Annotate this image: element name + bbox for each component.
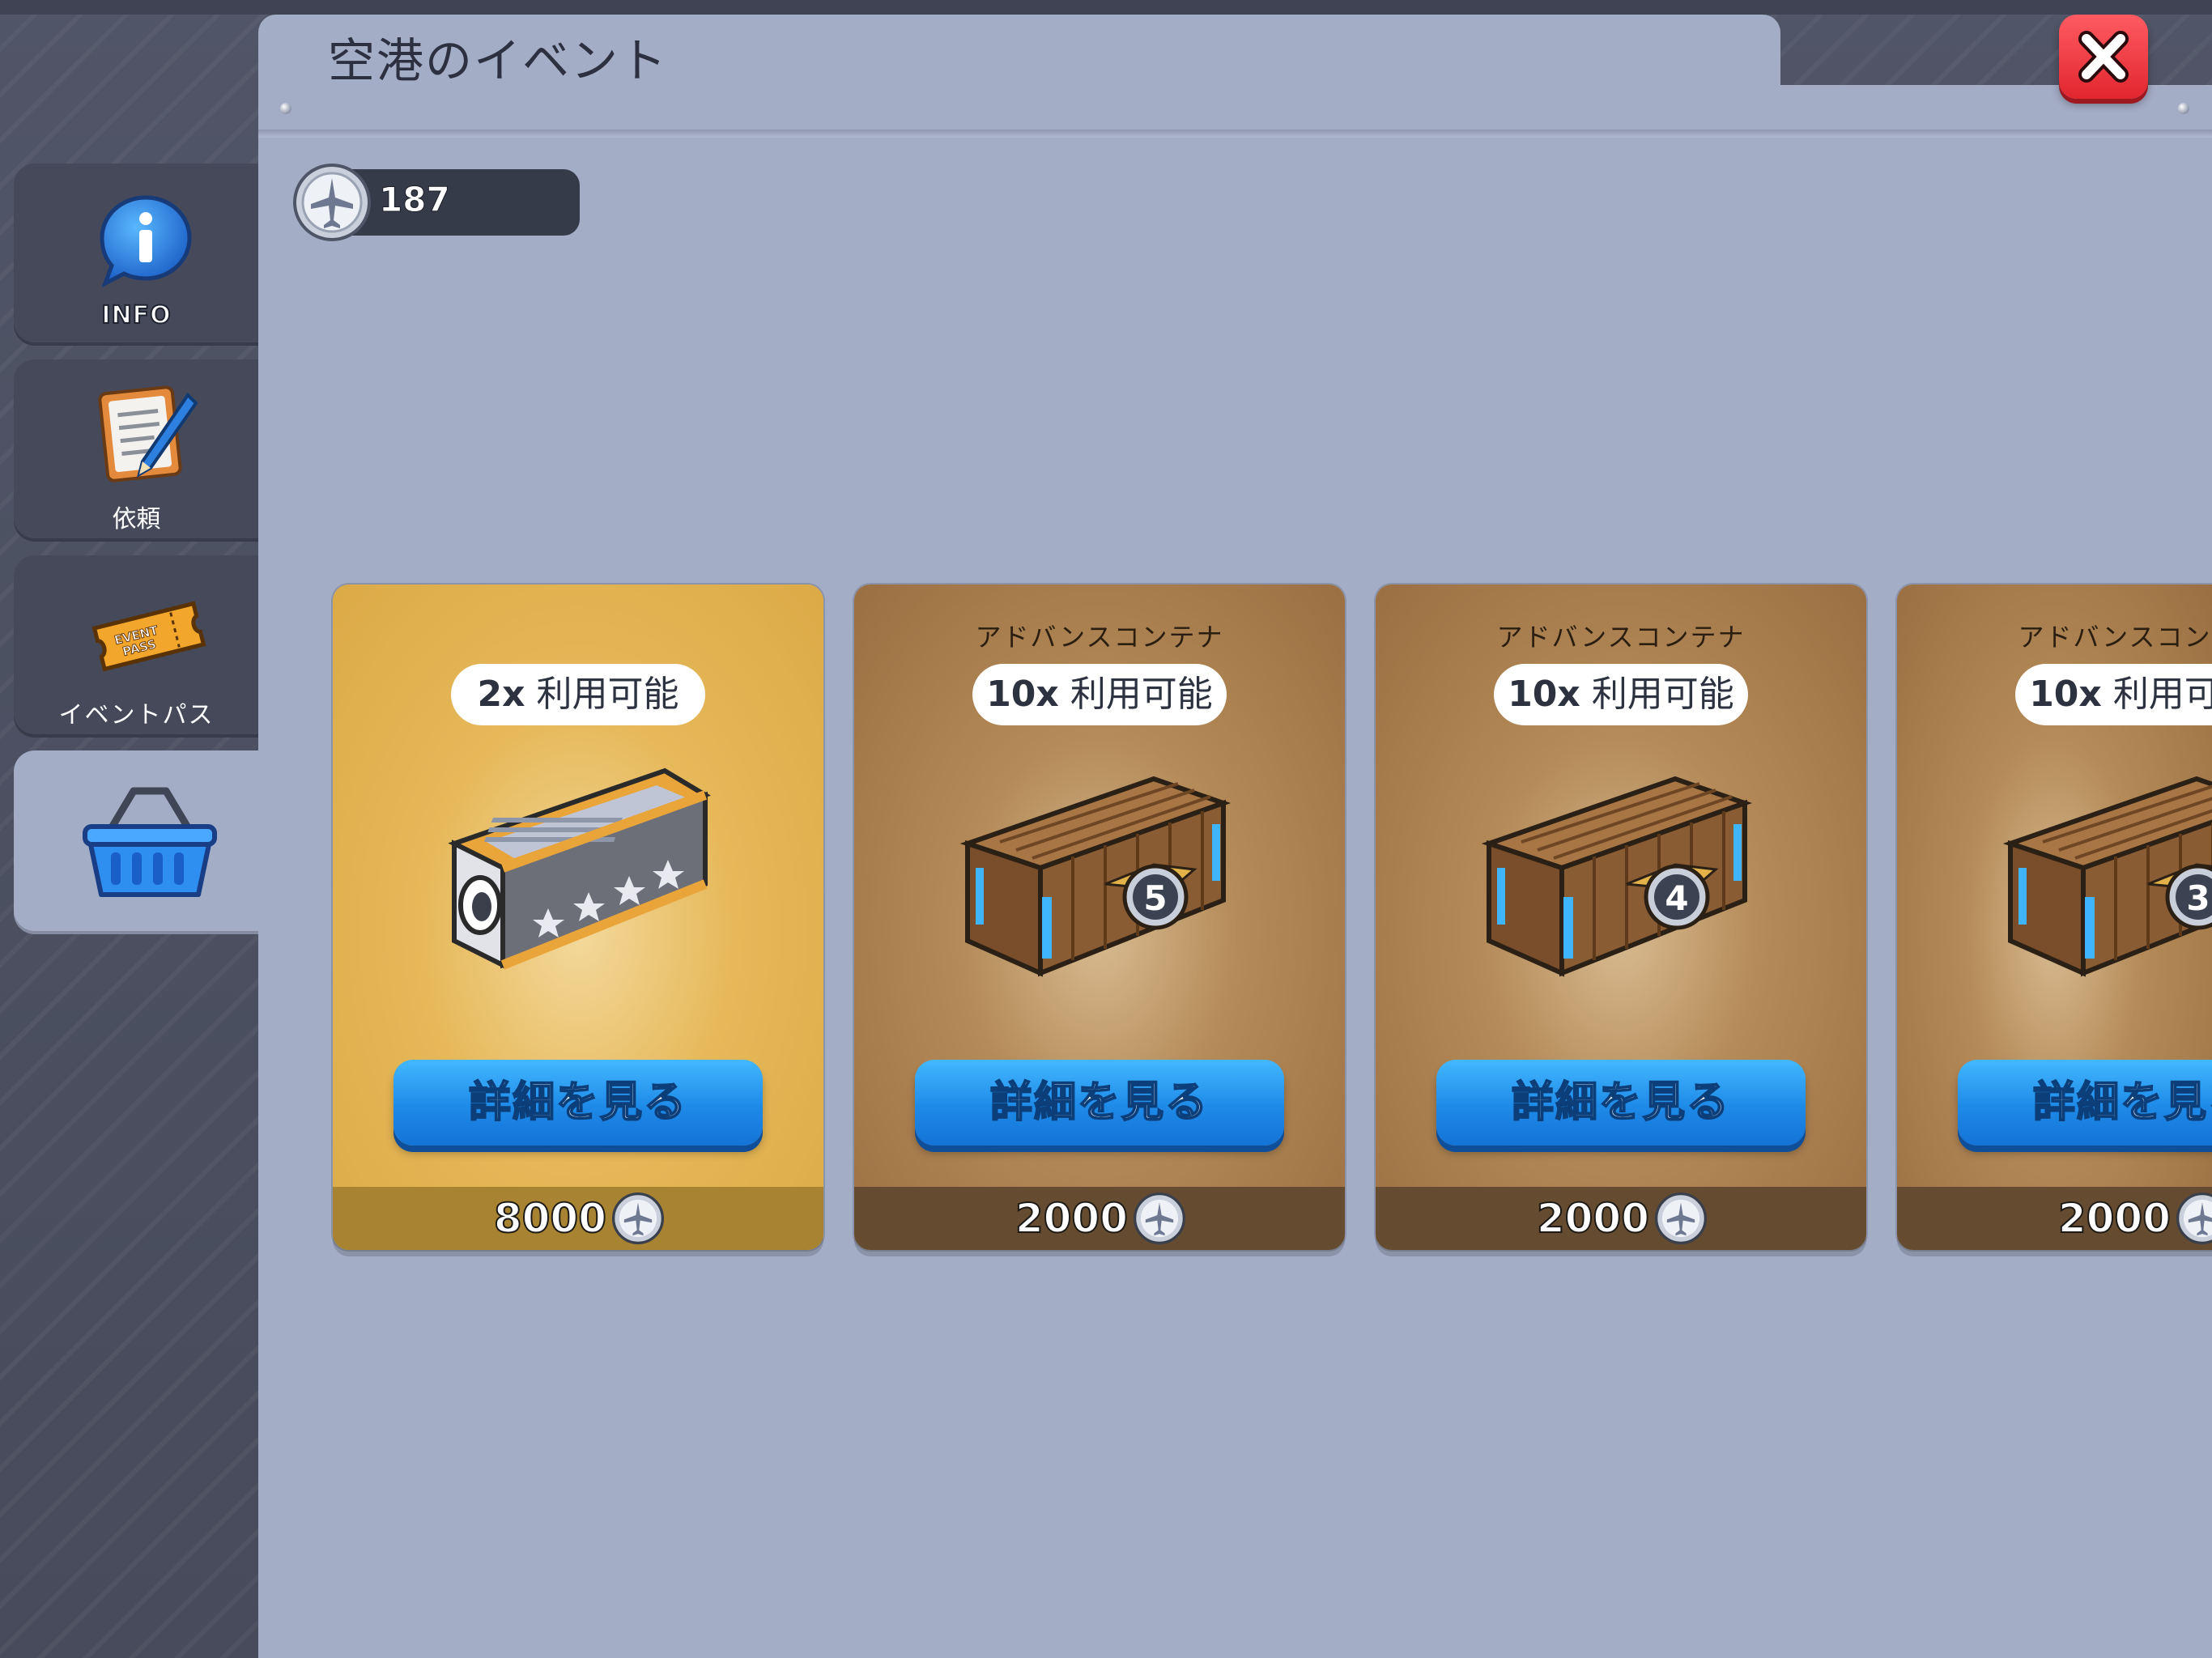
container-level-label: 5 [1143, 878, 1167, 918]
airplane-coin-icon [1133, 1192, 1186, 1245]
sidebar-item-request[interactable]: 依頼 [14, 359, 259, 542]
shop-card-advance-container-4[interactable]: アドバンスコンテナ 10x 利用可能 4 詳細を見る 2000 [1376, 585, 1866, 1250]
availability-text: 利用可能 [536, 674, 679, 715]
top-strip [0, 0, 2212, 15]
price-value: 2000 [1536, 1194, 1650, 1243]
currency-counter: 187 [291, 162, 580, 241]
close-button[interactable] [2059, 15, 2148, 99]
price-bar: 2000 [1376, 1187, 1866, 1250]
price-bar: 2000 [854, 1187, 1345, 1250]
view-details-button[interactable]: 詳細を見る [915, 1060, 1284, 1146]
availability-count: 10x [2029, 674, 2102, 715]
sidebar: INFO 依頼 EVENT PASS イベントパス [0, 0, 259, 1658]
availability-count: 10x [1508, 674, 1580, 715]
availability-badge: 10x 利用可能 [972, 664, 1227, 725]
view-details-button[interactable]: 詳細を見る [1958, 1060, 2212, 1146]
airplane-coin-icon [611, 1192, 665, 1245]
availability-count: 2x [477, 674, 525, 715]
sidebar-item-event-pass[interactable]: EVENT PASS イベントパス [14, 555, 259, 738]
page-title: 空港のイベント [328, 33, 669, 88]
airplane-coin-icon [2176, 1192, 2212, 1245]
availability-count: 10x [986, 674, 1059, 715]
availability-badge: 10x 利用可能 [2015, 664, 2212, 725]
shop-card-advance-container-3[interactable]: アドバンスコンテナ 10x 利用可能 3 [1897, 585, 2212, 1250]
view-details-button[interactable]: 詳細を見る [393, 1060, 763, 1146]
container-level-label: 3 [2186, 878, 2210, 918]
price-value: 8000 [493, 1194, 607, 1243]
availability-badge: 2x 利用可能 [451, 664, 705, 725]
price-bar: 8000 [333, 1187, 823, 1250]
sidebar-item-label: 依頼 [112, 505, 161, 534]
view-details-button[interactable]: 詳細を見る [1436, 1060, 1806, 1146]
price-bar: 2000 [1897, 1187, 2212, 1250]
availability-text: 利用可能 [1591, 674, 1734, 715]
close-icon [2078, 31, 2129, 83]
request-document-icon [98, 385, 198, 483]
wooden-container-level-4-icon: 4 [1481, 776, 1753, 977]
price-value: 2000 [1015, 1194, 1129, 1243]
sidebar-item-label: INFO [100, 300, 172, 330]
shop-card-advance-container-5[interactable]: アドバンスコンテナ 10x 利用可能 5 詳細を見る 2000 [854, 585, 1345, 1250]
card-title: アドバンスコンテナ [975, 622, 1224, 653]
airplane-coin-icon [293, 164, 371, 241]
availability-badge: 10x 利用可能 [1494, 664, 1748, 725]
currency-value: 187 [379, 180, 451, 220]
airplane-coin-icon [1654, 1192, 1708, 1245]
price-value: 2000 [2057, 1194, 2172, 1243]
card-title: アドバンスコンテナ [1496, 622, 1746, 653]
rivet [280, 103, 291, 114]
availability-text: 利用可能 [1070, 674, 1213, 715]
wooden-container-level-3-icon: 3 [2002, 776, 2212, 977]
shopping-basket-icon [83, 787, 217, 897]
sidebar-item-shop[interactable] [14, 750, 259, 934]
event-pass-ticket-icon: EVENT PASS [91, 601, 206, 672]
availability-text: 利用可能 [2112, 674, 2212, 715]
header-divider [258, 130, 2212, 138]
sidebar-item-info[interactable]: INFO [14, 164, 259, 346]
card-inner: アドバンスコンテナ 10x 利用可能 3 [1897, 585, 2212, 1250]
card-title: アドバンスコンテナ [2018, 622, 2212, 653]
panel-header-extension [1780, 85, 2212, 136]
sidebar-item-label: イベントパス [58, 701, 215, 729]
wooden-container-level-5-icon: 5 [959, 776, 1231, 977]
shop-card-silver-container[interactable]: 2x 利用可能 詳細を見る 8000 [333, 585, 823, 1250]
info-icon [100, 195, 192, 288]
silver-star-container-icon [448, 767, 711, 970]
container-level-label: 4 [1665, 878, 1688, 918]
rivet [2178, 103, 2189, 114]
